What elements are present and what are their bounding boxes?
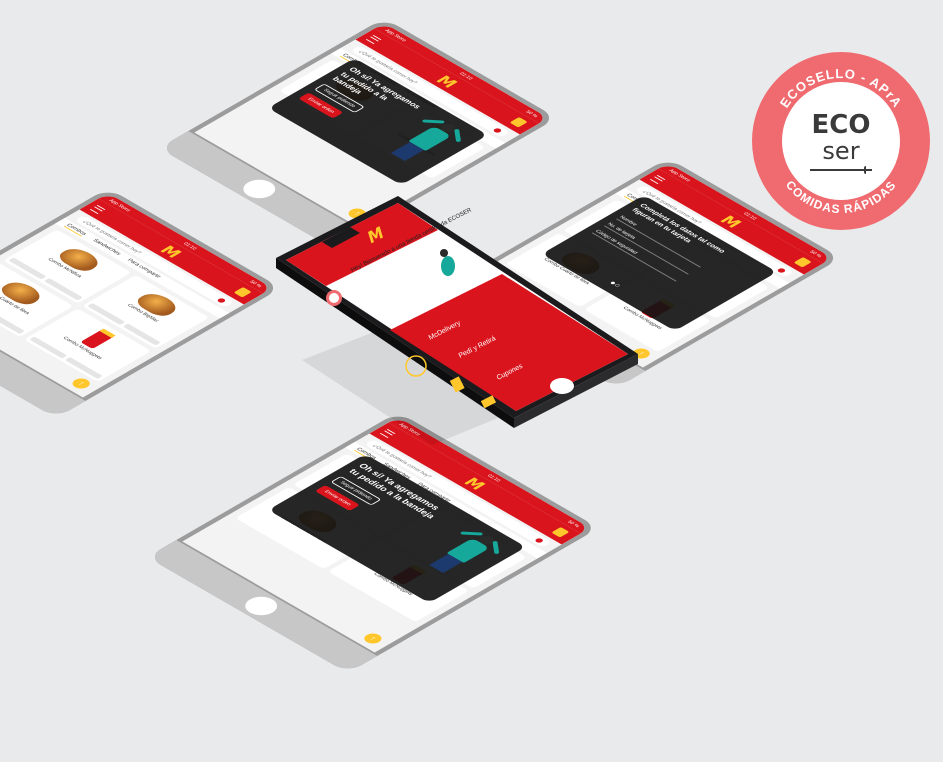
bag-icon[interactable] xyxy=(509,116,528,128)
phone-menu-left: App Store 01:10 50 % M ¿Qué te gustaría co… xyxy=(0,188,282,418)
menu-icon[interactable] xyxy=(649,174,666,184)
search-icon[interactable] xyxy=(492,127,504,134)
phone-home-center: M Hey! Bienvenido a una tienda certifica… xyxy=(276,196,640,445)
fork-icon xyxy=(810,165,872,174)
search-icon[interactable] xyxy=(216,297,228,304)
badge-eco: ECO xyxy=(811,109,871,140)
ecosello-badge: ECOSELLO - APrA COMIDAS RÁPIDAS ECO ser xyxy=(752,52,930,230)
menu-icon[interactable] xyxy=(89,204,106,214)
menu-icon[interactable] xyxy=(365,34,382,44)
bag-icon[interactable] xyxy=(233,286,252,298)
bag-icon[interactable] xyxy=(551,526,570,538)
search-icon[interactable] xyxy=(534,537,545,544)
mockup-stage: App Store 01:10 50 % M ¿Qué te gustaría … xyxy=(0,0,943,762)
next-arrow-icon[interactable]: ↑ xyxy=(360,631,386,646)
badge-ser: ser xyxy=(822,136,860,165)
bag-icon[interactable] xyxy=(793,256,812,268)
search-icon[interactable] xyxy=(776,267,788,274)
